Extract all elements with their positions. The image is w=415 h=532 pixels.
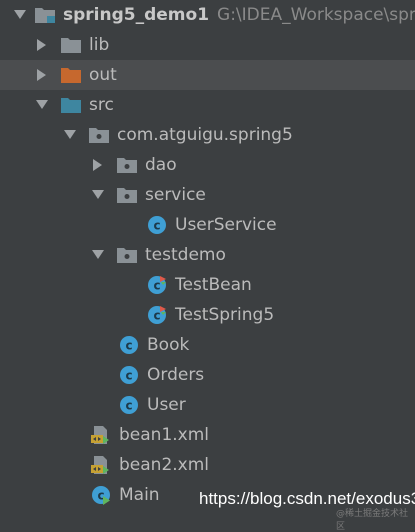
test-class-icon: c — [146, 275, 168, 295]
tree-row-book[interactable]: c Book — [0, 330, 415, 360]
xml-file-icon — [90, 425, 112, 445]
tree-row-lib[interactable]: lib — [0, 30, 415, 60]
tree-row-user[interactable]: c User — [0, 390, 415, 420]
class-icon: c — [118, 335, 140, 355]
xml-file-icon — [90, 455, 112, 475]
chevron-down-icon[interactable] — [88, 245, 108, 265]
tree-label: lib — [89, 35, 110, 55]
package-icon — [116, 245, 138, 265]
tree-row-out[interactable]: out — [0, 60, 415, 90]
class-icon: c — [118, 365, 140, 385]
svg-text:c: c — [125, 399, 132, 413]
tree-label: TestSpring5 — [175, 305, 275, 325]
tree-row-bean2-xml[interactable]: bean2.xml — [0, 450, 415, 480]
folder-icon — [60, 35, 82, 55]
package-icon — [116, 185, 138, 205]
chevron-right-icon[interactable] — [32, 65, 52, 85]
svg-text:c: c — [125, 369, 132, 383]
tree-row-userservice[interactable]: c UserService — [0, 210, 415, 240]
tree-label: bean1.xml — [119, 425, 210, 445]
excluded-folder-icon — [60, 65, 82, 85]
chevron-down-icon[interactable] — [32, 95, 52, 115]
tree-row-testspring5[interactable]: c TestSpring5 — [0, 300, 415, 330]
tree-row-service[interactable]: service — [0, 180, 415, 210]
tree-label: dao — [145, 155, 177, 175]
tree-label: com.atguigu.spring5 — [117, 125, 293, 145]
chevron-right-icon[interactable] — [32, 35, 52, 55]
tree-label: testdemo — [145, 245, 226, 265]
tree-label: Main — [119, 485, 160, 505]
source-folder-icon — [60, 95, 82, 115]
tree-label: Book — [147, 335, 190, 355]
tree-label: User — [147, 395, 186, 415]
tree-label: service — [145, 185, 206, 205]
tree-label: src — [89, 95, 114, 115]
tree-label: Orders — [147, 365, 205, 385]
tree-row-package-root[interactable]: com.atguigu.spring5 — [0, 120, 415, 150]
project-name: spring5_demo1 — [63, 5, 210, 25]
chevron-right-icon[interactable] — [88, 155, 108, 175]
package-icon — [88, 125, 110, 145]
class-icon: c — [118, 395, 140, 415]
tree-row-testbean[interactable]: c TestBean — [0, 270, 415, 300]
tree-row-project-root[interactable]: spring5_demo1 G:\IDEA_Workspace\spr — [0, 0, 415, 30]
svg-text:c: c — [153, 279, 160, 293]
tree-row-bean1-xml[interactable]: bean1.xml — [0, 420, 415, 450]
svg-text:c: c — [153, 219, 160, 233]
chevron-down-icon[interactable] — [88, 185, 108, 205]
main-class-icon: c — [90, 485, 112, 505]
test-class-icon: c — [146, 305, 168, 325]
package-icon — [116, 155, 138, 175]
project-tree: spring5_demo1 G:\IDEA_Workspace\spr lib … — [0, 0, 415, 510]
tree-label: TestBean — [175, 275, 252, 295]
tree-row-orders[interactable]: c Orders — [0, 360, 415, 390]
chevron-down-icon[interactable] — [10, 5, 30, 25]
tree-label: bean2.xml — [119, 455, 210, 475]
project-path: G:\IDEA_Workspace\spr — [217, 5, 415, 25]
tree-label: out — [89, 65, 117, 85]
tree-label: UserService — [175, 215, 277, 235]
tree-row-dao[interactable]: dao — [0, 150, 415, 180]
watermark-small: @稀土掘金技术社区 — [336, 509, 409, 532]
tree-row-src[interactable]: src — [0, 90, 415, 120]
chevron-down-icon[interactable] — [60, 125, 80, 145]
module-folder-icon — [34, 5, 56, 25]
tree-row-testdemo[interactable]: testdemo — [0, 240, 415, 270]
svg-text:c: c — [153, 309, 160, 323]
svg-text:c: c — [125, 339, 132, 353]
class-icon: c — [146, 215, 168, 235]
